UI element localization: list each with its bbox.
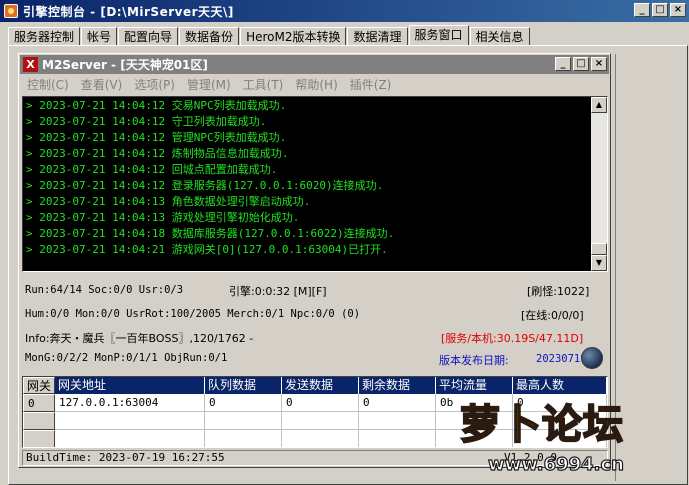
grid-header-sent[interactable]: 发送数据 — [282, 377, 359, 394]
log-scrollbar[interactable]: ▲ ▼ — [591, 97, 607, 271]
grid-cell — [23, 412, 55, 430]
grid-cell: 127.0.0.1:63004 — [55, 394, 205, 412]
menu-control[interactable]: 控制(C) — [23, 76, 73, 94]
window-title-bar: 引擎控制台 - [D:\MirServer天天\] _ □ × — [0, 0, 689, 22]
log-line: > 2023-07-21 14:04:12 交易NPC列表加载成功. — [26, 99, 287, 112]
window-title: 引擎控制台 - [D:\MirServer天天\] — [23, 4, 234, 19]
log-line: > 2023-07-21 14:04:12 回城点配置加载成功. — [26, 163, 278, 176]
log-lines: > 2023-07-21 14:04:12 交易NPC列表加载成功. > 202… — [26, 98, 592, 258]
menu-help[interactable]: 帮助(H) — [291, 76, 341, 94]
grid-cell: 0 — [359, 394, 436, 412]
close-button[interactable]: × — [670, 3, 686, 17]
m2server-title: M2Server - [天天神宠01区] — [42, 58, 208, 72]
log-line: > 2023-07-21 14:04:13 游戏处理引擎初始化成功. — [26, 211, 300, 224]
tab-config-wizard[interactable]: 配置向导 — [118, 27, 179, 46]
online-count: [在线:0/0/0] — [521, 309, 584, 322]
menu-options[interactable]: 选项(P) — [130, 76, 179, 94]
scroll-thumb[interactable] — [591, 243, 607, 255]
app-icon — [4, 4, 18, 18]
tab-related-info[interactable]: 相关信息 — [469, 27, 530, 46]
log-line: > 2023-07-21 14:04:12 炼制物品信息加载成功. — [26, 147, 289, 160]
grid-header-queue[interactable]: 队列数据 — [205, 377, 282, 394]
m2server-icon: X — [23, 57, 38, 72]
log-line: > 2023-07-21 14:04:12 登录服务器(127.0.0.1:60… — [26, 179, 384, 192]
grid-cell: 0 — [205, 394, 282, 412]
grid-cell — [359, 430, 436, 447]
log-line: > 2023-07-21 14:04:21 游戏网关[0](127.0.0.1:… — [26, 243, 388, 256]
release-date-label: 版本发布日期: — [439, 354, 509, 367]
log-console[interactable]: > 2023-07-21 14:04:12 交易NPC列表加载成功. > 202… — [22, 96, 608, 272]
scroll-up-arrow-icon[interactable]: ▲ — [591, 97, 607, 113]
globe-icon[interactable] — [581, 347, 603, 369]
refresh-monster-count: [刷怪:1022] — [527, 285, 590, 298]
grid-header-remaining[interactable]: 剩余数据 — [359, 377, 436, 394]
log-line: > 2023-07-21 14:04:12 管理NPC列表加载成功. — [26, 131, 287, 144]
minimize-button[interactable]: _ — [634, 3, 650, 17]
engine-stats: 引擎:0:0:32 [M][F] — [229, 285, 327, 298]
main-tabs: 服务器控制 帐号 配置向导 数据备份 HeroM2版本转换 数据清理 服务窗口 … — [8, 25, 531, 46]
grid-cell — [23, 430, 55, 447]
info-text: Info:奔天・魔兵〖一百年BOSS〗,120/1762 - — [25, 332, 254, 345]
menu-plugins[interactable]: 插件(Z) — [346, 76, 396, 94]
scroll-down-arrow-icon[interactable]: ▼ — [591, 255, 607, 271]
build-time: BuildTime: 2023-07-19 16:27:55 — [26, 451, 225, 464]
grid-cell — [282, 430, 359, 447]
grid-cell: 0 — [23, 394, 55, 412]
hum-stats: Hum:0/0 Mon:0/0 UsrRot:100/2005 Merch:0/… — [25, 308, 361, 320]
mong-stats: MonG:0/2/2 MonP:0/1/1 ObjRun:0/1 — [25, 352, 228, 364]
run-stats: Run:64/14 Soc:0/0 Usr:0/3 — [25, 284, 184, 296]
log-line: > 2023-07-21 14:04:12 守卫列表加载成功. — [26, 115, 267, 128]
service-ratio: [服务/本机:30.19S/47.11D] — [441, 332, 584, 345]
tab-server-control[interactable]: 服务器控制 — [8, 27, 81, 46]
grid-cell — [205, 430, 282, 447]
maximize-button[interactable]: □ — [652, 3, 668, 17]
watermark-url: www.6994.cn — [487, 453, 624, 475]
menu-manage[interactable]: 管理(M) — [183, 76, 235, 94]
tab-data-cleanup[interactable]: 数据清理 — [347, 27, 408, 46]
tab-account[interactable]: 帐号 — [81, 27, 118, 46]
grid-cell — [282, 412, 359, 430]
tab-service-window[interactable]: 服务窗口 — [408, 25, 469, 46]
grid-cell — [55, 412, 205, 430]
m2server-title-bar: X M2Server - [天天神宠01区] _ □ × — [20, 55, 609, 74]
log-line: > 2023-07-21 14:04:18 数据库服务器(127.0.0.1:6… — [26, 227, 395, 240]
m2server-menubar: 控制(C) 查看(V) 选项(P) 管理(M) 工具(T) 帮助(H) 插件(Z… — [23, 76, 399, 94]
menu-view[interactable]: 查看(V) — [77, 76, 127, 94]
log-line: > 2023-07-21 14:04:13 角色数据处理引擎启动成功. — [26, 195, 311, 208]
window-controls: _ □ × — [634, 3, 686, 17]
tab-data-backup[interactable]: 数据备份 — [179, 27, 240, 46]
grid-cell — [55, 430, 205, 447]
watermark-text: 萝卜论坛 — [459, 401, 624, 449]
grid-cell: 0 — [282, 394, 359, 412]
tab-herom2-convert[interactable]: HeroM2版本转换 — [240, 27, 347, 46]
grid-header-address[interactable]: 网关地址 — [55, 377, 205, 394]
grid-cell — [205, 412, 282, 430]
menu-tools[interactable]: 工具(T) — [239, 76, 288, 94]
grid-cell — [359, 412, 436, 430]
grid-header-gateway[interactable]: 网关 — [23, 377, 55, 394]
m2-close-button[interactable]: × — [591, 57, 607, 71]
watermark-logo: 萝卜论坛 www.6994.cn — [448, 392, 680, 480]
m2server-controls: _ □ × — [555, 57, 607, 71]
release-date-value: 20230719 — [536, 353, 587, 365]
m2-minimize-button[interactable]: _ — [555, 57, 571, 71]
m2-maximize-button[interactable]: □ — [573, 57, 589, 71]
